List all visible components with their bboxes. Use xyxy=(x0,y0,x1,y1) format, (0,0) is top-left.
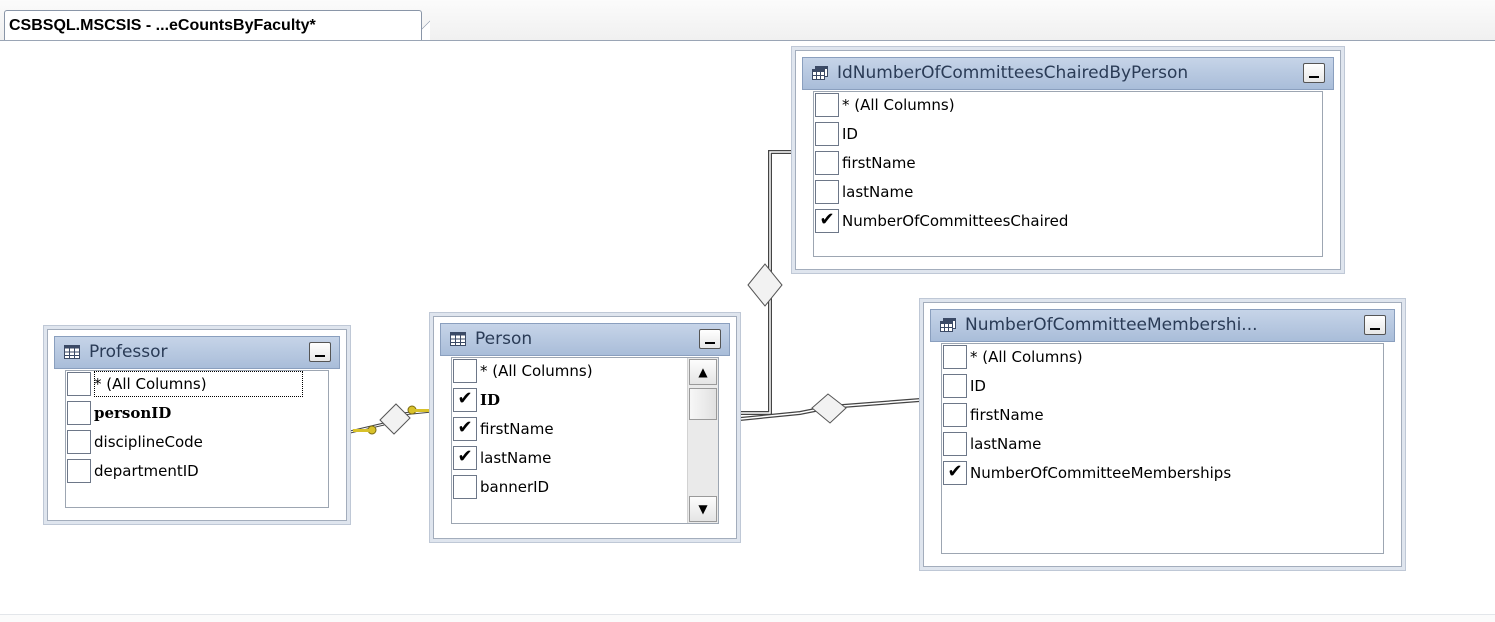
column-checkbox[interactable] xyxy=(67,401,91,425)
column-row[interactable]: departmentID xyxy=(66,458,328,487)
column-label: * (All Columns) xyxy=(842,96,955,114)
column-label: firstName xyxy=(842,154,916,172)
table-icon xyxy=(450,332,466,346)
column-label: NumberOfCommitteeMemberships xyxy=(970,464,1232,482)
view-icon xyxy=(812,66,828,80)
column-row[interactable]: * (All Columns) xyxy=(814,92,1322,121)
column-row[interactable]: * (All Columns) xyxy=(66,371,328,400)
table-title: Person xyxy=(475,329,533,349)
column-row[interactable]: * (All Columns) xyxy=(452,358,718,387)
column-label: departmentID xyxy=(94,462,199,480)
column-label: firstName xyxy=(480,420,554,438)
column-row[interactable]: ✔ firstName xyxy=(452,416,718,445)
column-label: lastName xyxy=(480,449,552,467)
column-label: * (All Columns) xyxy=(970,348,1083,366)
column-checkbox[interactable] xyxy=(453,475,477,499)
column-label: NumberOfCommitteesChaired xyxy=(842,212,1069,230)
column-checkbox[interactable] xyxy=(943,403,967,427)
column-checkbox[interactable] xyxy=(815,122,839,146)
minimize-button[interactable] xyxy=(699,329,721,349)
column-checkbox[interactable] xyxy=(815,151,839,175)
column-checkbox[interactable] xyxy=(943,432,967,456)
column-checkbox[interactable]: ✔ xyxy=(815,209,839,233)
column-checkbox[interactable] xyxy=(815,180,839,204)
column-checkbox[interactable]: ✔ xyxy=(943,461,967,485)
table-box-header[interactable]: Person xyxy=(440,323,730,356)
column-label: disciplineCode xyxy=(94,433,203,451)
column-checkbox[interactable]: ✔ xyxy=(453,417,477,441)
column-checkbox[interactable] xyxy=(815,93,839,117)
join-person-memberships[interactable] xyxy=(739,393,921,424)
view-box-committee-memberships[interactable]: NumberOfCommitteeMembershi... * (All Col… xyxy=(923,302,1402,567)
scroll-down-arrow-icon[interactable]: ▼ xyxy=(689,496,717,522)
column-checkbox[interactable] xyxy=(943,345,967,369)
column-list[interactable]: * (All Columns) ✔ ID ✔ firstName ✔ lastName ban… xyxy=(451,357,719,524)
table-box-professor[interactable]: Professor * (All Columns) personID discipl… xyxy=(47,329,347,521)
vertical-scrollbar[interactable]: ▲ ▼ xyxy=(687,358,718,523)
table-icon xyxy=(64,345,80,359)
column-checkbox[interactable]: ✔ xyxy=(453,388,477,412)
column-checkbox[interactable] xyxy=(453,359,477,383)
column-label: firstName xyxy=(970,406,1044,424)
table-box-header[interactable]: Professor xyxy=(54,336,340,369)
view-title: IdNumberOfCommitteesChairedByPerson xyxy=(837,63,1189,83)
column-checkbox[interactable] xyxy=(67,430,91,454)
column-label: lastName xyxy=(970,435,1042,453)
column-label: * (All Columns) xyxy=(480,362,593,380)
column-row[interactable]: lastName xyxy=(942,431,1383,460)
column-row[interactable]: ✔ ID xyxy=(452,387,718,416)
view-box-header[interactable]: IdNumberOfCommitteesChairedByPerson xyxy=(802,57,1334,90)
minimize-button[interactable] xyxy=(1364,315,1386,335)
column-row[interactable]: ID xyxy=(942,373,1383,402)
column-checkbox[interactable] xyxy=(67,459,91,483)
view-box-header[interactable]: NumberOfCommitteeMembershi... xyxy=(930,309,1395,342)
column-label: lastName xyxy=(842,183,914,201)
column-row[interactable]: ✔ NumberOfCommitteesChaired xyxy=(814,208,1322,237)
column-row[interactable]: ID xyxy=(814,121,1322,150)
view-title: NumberOfCommitteeMembershi... xyxy=(965,315,1258,335)
column-row[interactable]: ✔ lastName xyxy=(452,445,718,474)
table-title: Professor xyxy=(89,342,168,362)
column-checkbox[interactable] xyxy=(943,374,967,398)
view-icon xyxy=(940,318,956,332)
column-label: * (All Columns) xyxy=(94,371,303,397)
column-row[interactable]: firstName xyxy=(814,150,1322,179)
column-checkbox[interactable] xyxy=(67,372,91,396)
column-label: bannerID xyxy=(480,478,550,496)
minimize-button[interactable] xyxy=(1303,63,1325,83)
column-label: personID xyxy=(94,404,172,422)
column-checkbox[interactable]: ✔ xyxy=(453,446,477,470)
column-row[interactable]: firstName xyxy=(942,402,1383,431)
scroll-up-arrow-icon[interactable]: ▲ xyxy=(689,359,717,385)
column-row[interactable]: disciplineCode xyxy=(66,429,328,458)
column-row[interactable]: ✔ NumberOfCommitteeMemberships xyxy=(942,460,1383,489)
column-label: ID xyxy=(480,391,501,409)
join-person-chaired[interactable] xyxy=(740,150,793,415)
column-row[interactable]: personID xyxy=(66,400,328,429)
column-list[interactable]: * (All Columns) ID firstName lastName ✔ Numbe… xyxy=(813,91,1323,257)
column-label: ID xyxy=(970,377,986,395)
column-label: ID xyxy=(842,125,858,143)
column-row[interactable]: lastName xyxy=(814,179,1322,208)
view-box-committees-chaired[interactable]: IdNumberOfCommitteesChairedByPerson * (A… xyxy=(795,50,1341,270)
table-box-person[interactable]: Person * (All Columns) ✔ ID ✔ firstName ✔ last… xyxy=(433,316,737,539)
column-row[interactable]: * (All Columns) xyxy=(942,344,1383,373)
minimize-button[interactable] xyxy=(309,342,331,362)
scroll-thumb[interactable] xyxy=(689,388,717,420)
column-list[interactable]: * (All Columns) ID firstName lastName ✔ Numbe… xyxy=(941,343,1384,554)
column-list[interactable]: * (All Columns) personID disciplineCode dep… xyxy=(65,370,329,508)
column-row[interactable]: bannerID xyxy=(452,474,718,503)
